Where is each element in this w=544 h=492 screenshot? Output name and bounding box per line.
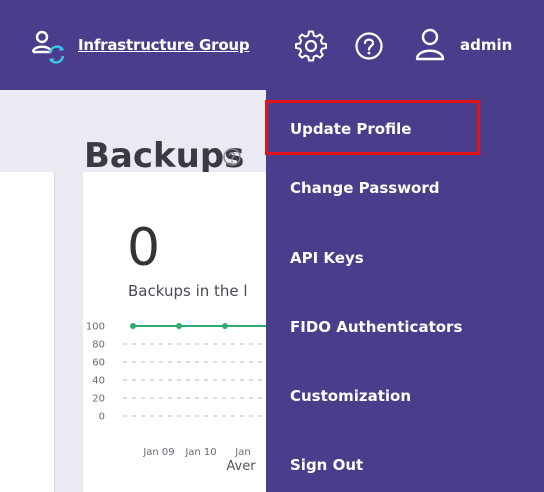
data-point[interactable] [130,323,136,329]
y-tick-label: 20 [92,394,105,405]
y-tick-label: 80 [92,340,105,351]
left-card [0,172,55,492]
x-tick-label: Jan [234,447,250,458]
backup-count: 0 [127,218,161,278]
user-icon[interactable] [412,27,448,63]
x-tick-label: Jan 10 [184,447,216,458]
backups-chart: 100 80 60 40 20 0 Jan 09 Jan 10 JanAver [86,322,283,474]
data-point[interactable] [222,323,228,329]
y-tick-label: 0 [99,412,105,423]
user-name[interactable]: admin [460,36,512,54]
x-tick-label: Jan 09 [142,447,174,458]
backup-count-label: Backups in the l [128,282,248,300]
app-window: Infrastructure Group admin Backups 0 Bac… [0,0,544,492]
help-icon[interactable] [354,31,384,61]
menu-item-api-keys[interactable]: API Keys [290,249,364,267]
top-header: Infrastructure Group admin [0,0,544,90]
gear-icon[interactable] [295,30,327,62]
menu-item-fido-authenticators[interactable]: FIDO Authenticators [290,318,462,336]
y-tick-label: 100 [86,322,105,333]
group-link[interactable]: Infrastructure Group [78,36,250,54]
highlight-box [265,100,480,155]
help-circle-icon[interactable] [222,147,242,167]
y-tick-label: 60 [92,358,105,369]
x-axis-label: Aver [226,459,256,474]
page-title: Backups [84,136,245,176]
menu-item-sign-out[interactable]: Sign Out [290,456,363,474]
y-tick-label: 40 [92,376,105,387]
group-switch-icon[interactable] [30,28,66,64]
backups-card: 0 Backups in the l 100 80 60 40 20 0 Jan 09 Jan… [83,172,283,492]
data-point[interactable] [176,323,182,329]
menu-item-change-password[interactable]: Change Password [290,179,440,197]
menu-item-customization[interactable]: Customization [290,387,411,405]
